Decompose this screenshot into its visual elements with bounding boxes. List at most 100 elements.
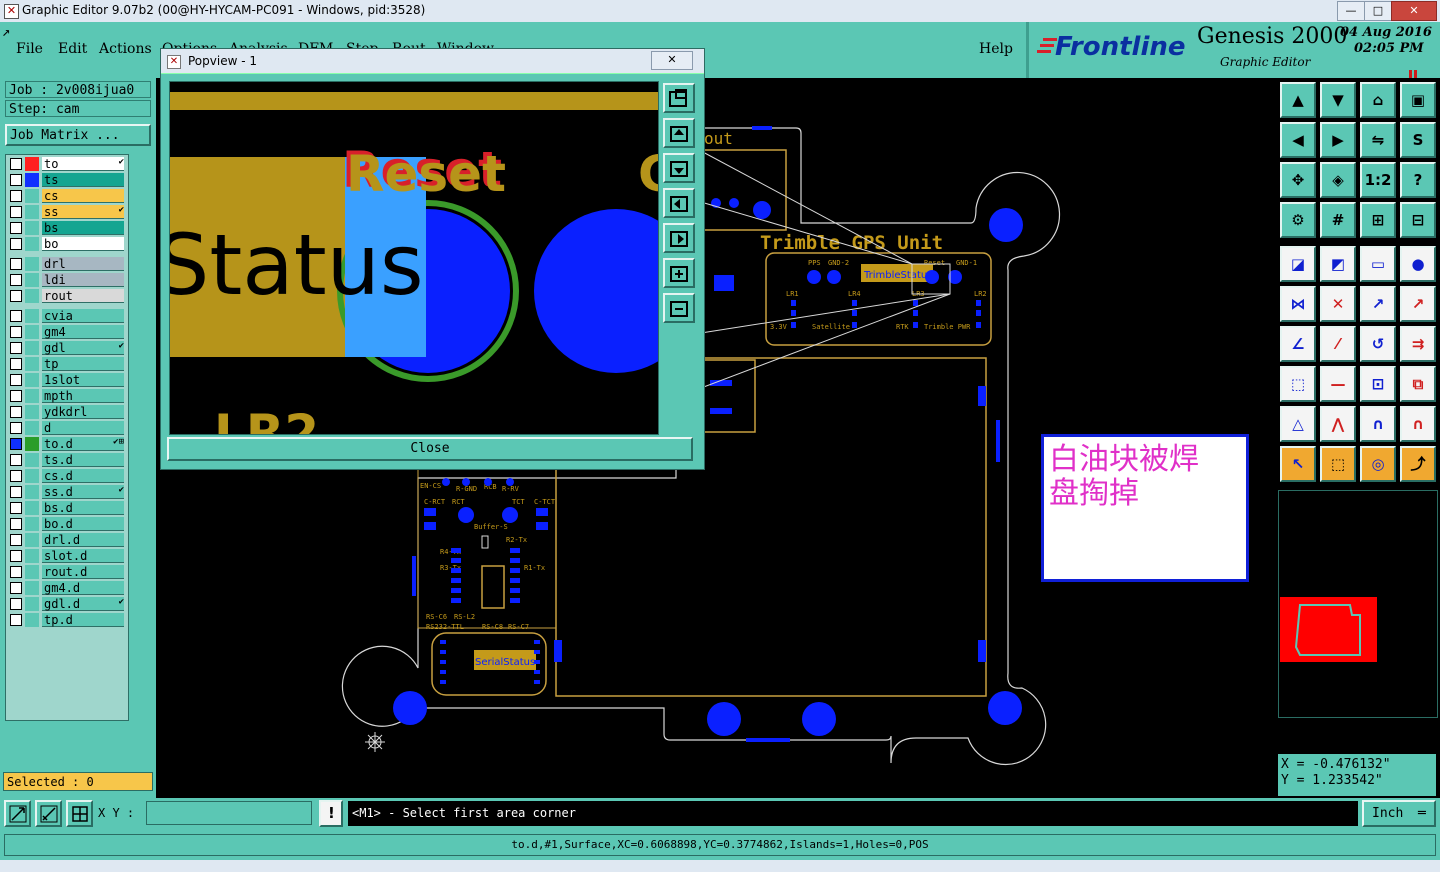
- menu-help[interactable]: Help: [979, 41, 1013, 57]
- layer-row[interactable]: gm4: [8, 325, 126, 339]
- center-icon[interactable]: ◈: [1320, 162, 1356, 198]
- home-icon[interactable]: ⌂: [1360, 82, 1396, 118]
- select-small-icon[interactable]: ⬚: [1280, 366, 1316, 402]
- popview-pan-up-icon[interactable]: [663, 118, 695, 148]
- layer-color-swatch[interactable]: [25, 469, 39, 483]
- feature-icon[interactable]: ◪: [1280, 246, 1316, 282]
- popview-zoom-in-icon[interactable]: [663, 258, 695, 288]
- center-frame-icon[interactable]: ⊡: [1360, 366, 1396, 402]
- layer-color-swatch[interactable]: [25, 421, 39, 435]
- layer-row[interactable]: ldi: [8, 273, 126, 287]
- settings-icon[interactable]: ⚙: [1280, 202, 1316, 238]
- split-icon[interactable]: ⇋: [1360, 122, 1396, 158]
- cross-icon[interactable]: ✕: [1320, 286, 1356, 322]
- layer-name[interactable]: cvia: [42, 309, 124, 323]
- pointer-icon[interactable]: ↖: [1280, 446, 1316, 482]
- layer-checkbox[interactable]: [10, 206, 22, 218]
- layer-checkbox[interactable]: [10, 290, 22, 302]
- layer-row[interactable]: tp.d: [8, 613, 126, 627]
- move-right-icon[interactable]: ▶: [1320, 122, 1356, 158]
- layer-checkbox[interactable]: [10, 598, 22, 610]
- layer-row[interactable]: bs.d: [8, 501, 126, 515]
- popview-zoom-out-icon[interactable]: [663, 293, 695, 323]
- popview-zoom-area[interactable]: Reset Reset G Status LR2: [169, 81, 659, 435]
- line-icon[interactable]: ↗: [1360, 286, 1396, 322]
- pointer-circle-icon[interactable]: ◎: [1360, 446, 1396, 482]
- layer-checkbox[interactable]: [10, 422, 22, 434]
- layer-name[interactable]: ydkdrl: [42, 405, 124, 419]
- layer-name[interactable]: mpth: [42, 389, 124, 403]
- layer-name[interactable]: ldi: [42, 273, 124, 287]
- layer-row[interactable]: ts: [8, 173, 126, 187]
- layer-row[interactable]: to.d ✔⊞: [8, 437, 126, 451]
- menu-edit[interactable]: Edit: [58, 41, 87, 57]
- layer-color-swatch[interactable]: [25, 581, 39, 595]
- layer-color-swatch[interactable]: [25, 289, 39, 303]
- layer-name[interactable]: gdl: [42, 341, 124, 355]
- layer-checkbox[interactable]: [10, 454, 22, 466]
- layer-color-swatch[interactable]: [25, 373, 39, 387]
- layer-checkbox[interactable]: [10, 258, 22, 270]
- layer-color-swatch[interactable]: [25, 205, 39, 219]
- layer-checkbox[interactable]: [10, 470, 22, 482]
- alert-icon[interactable]: !: [319, 800, 343, 827]
- layer-name[interactable]: slot.d: [42, 549, 124, 563]
- layer-color-swatch[interactable]: [25, 565, 39, 579]
- popview-pan-left-icon[interactable]: [663, 188, 695, 218]
- layer-checkbox[interactable]: [10, 274, 22, 286]
- layer-checkbox[interactable]: [10, 582, 22, 594]
- layer-row[interactable]: gm4.d: [8, 581, 126, 595]
- layer-row[interactable]: rout.d: [8, 565, 126, 579]
- layer-name[interactable]: ts: [42, 173, 124, 187]
- layer-checkbox[interactable]: [10, 550, 22, 562]
- layer-name[interactable]: gm4: [42, 325, 124, 339]
- layer-color-swatch[interactable]: [25, 389, 39, 403]
- job-matrix-button[interactable]: Job Matrix ...: [5, 124, 151, 146]
- layer-name[interactable]: rout: [42, 289, 124, 303]
- units-selector[interactable]: Inch ═: [1362, 800, 1436, 827]
- layer-color-swatch[interactable]: [25, 453, 39, 467]
- layer-name[interactable]: tp: [42, 357, 124, 371]
- scale-1-2-icon[interactable]: 1:2: [1360, 162, 1396, 198]
- layer-color-swatch[interactable]: [25, 221, 39, 235]
- layer-color-swatch[interactable]: [25, 597, 39, 611]
- layer-checkbox[interactable]: [10, 158, 22, 170]
- layer-color-swatch[interactable]: [25, 357, 39, 371]
- layer-checkbox[interactable]: [10, 342, 22, 354]
- layer-row[interactable]: cs: [8, 189, 126, 203]
- layer-color-swatch[interactable]: [25, 613, 39, 627]
- net-icon[interactable]: ⊞: [1360, 202, 1396, 238]
- layer-color-swatch[interactable]: [25, 309, 39, 323]
- close-window-button[interactable]: ✕: [1391, 1, 1437, 21]
- snap-icon[interactable]: S: [1400, 122, 1436, 158]
- arch-icon[interactable]: ∩: [1360, 406, 1396, 442]
- layer-row[interactable]: ss ✔: [8, 205, 126, 219]
- layer-color-swatch[interactable]: [25, 237, 39, 251]
- layer-name[interactable]: to.d: [42, 437, 124, 451]
- layer-color-swatch[interactable]: [25, 189, 39, 203]
- layer-name[interactable]: rout.d: [42, 565, 124, 579]
- diagonal-icon[interactable]: ⁄: [1320, 326, 1356, 362]
- layer-checkbox[interactable]: [10, 534, 22, 546]
- layer-row[interactable]: bo.d: [8, 517, 126, 531]
- layer-row[interactable]: drl: [8, 257, 126, 271]
- popview-pan-down-icon[interactable]: [663, 153, 695, 183]
- layer-name[interactable]: ts.d: [42, 453, 124, 467]
- pointer-box-icon[interactable]: ⬚: [1320, 446, 1356, 482]
- layer-color-swatch[interactable]: [25, 549, 39, 563]
- popview-zoom-fit-icon[interactable]: [663, 83, 695, 113]
- layer-color-swatch[interactable]: [25, 173, 39, 187]
- layer-checkbox[interactable]: [10, 390, 22, 402]
- layer-color-swatch[interactable]: [25, 517, 39, 531]
- layer-name[interactable]: gdl.d: [42, 597, 124, 611]
- layer-row[interactable]: tp: [8, 357, 126, 371]
- xy-input[interactable]: [146, 801, 312, 825]
- minimize-button[interactable]: —: [1337, 1, 1365, 21]
- layer-name[interactable]: to: [42, 157, 124, 171]
- layer-row[interactable]: bo: [8, 237, 126, 251]
- layer-checkbox[interactable]: [10, 326, 22, 338]
- layer-name[interactable]: d: [42, 421, 124, 435]
- menu-actions[interactable]: Actions: [99, 41, 152, 57]
- color-icon[interactable]: ◩: [1320, 246, 1356, 282]
- overview-panel[interactable]: [1278, 490, 1438, 718]
